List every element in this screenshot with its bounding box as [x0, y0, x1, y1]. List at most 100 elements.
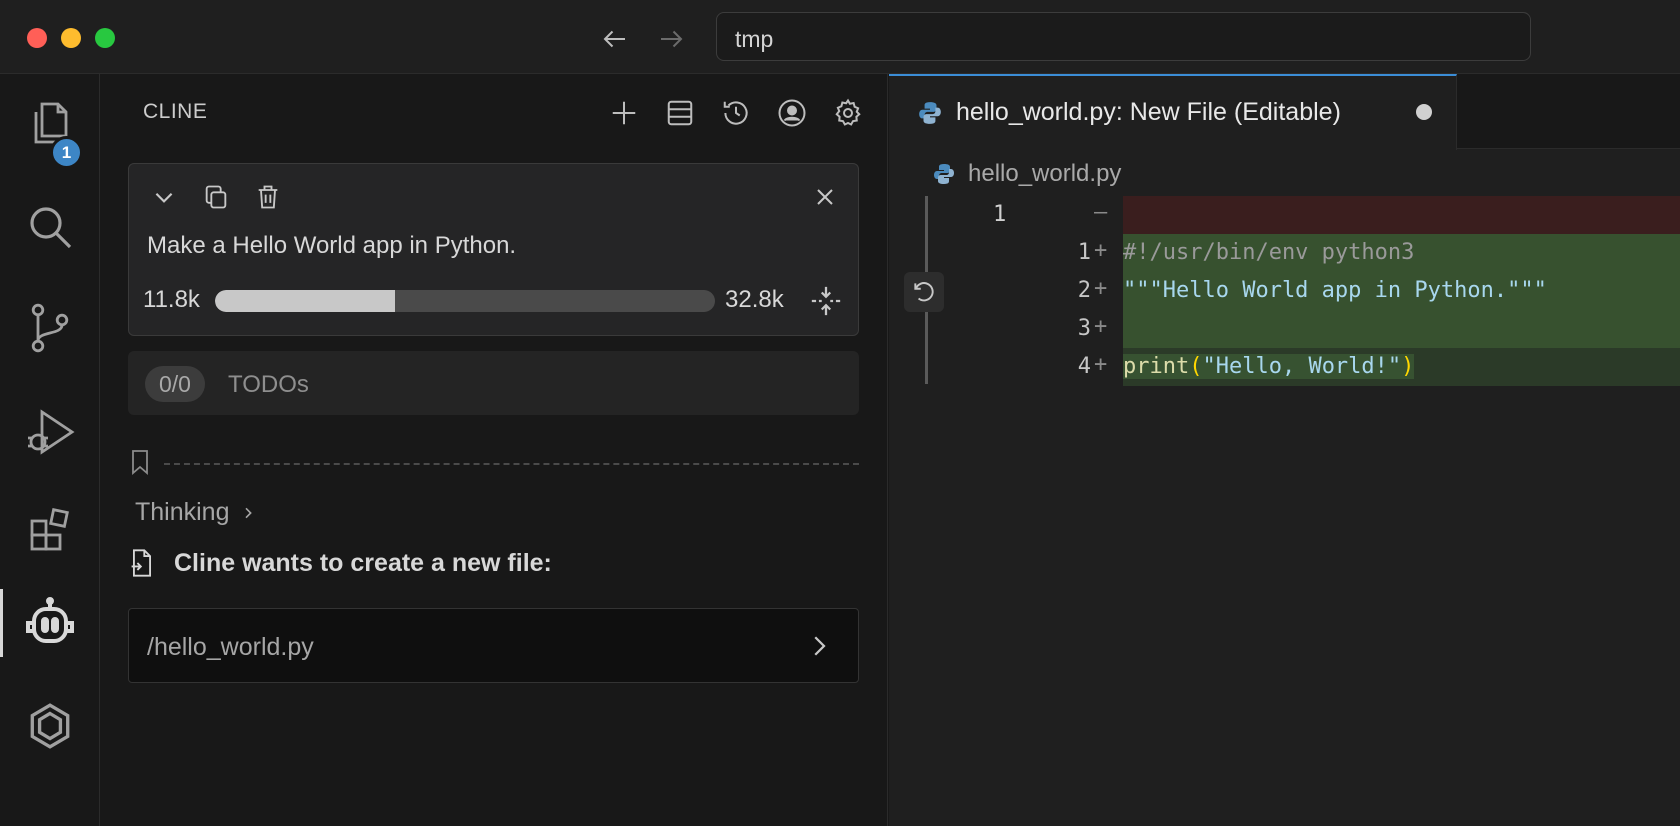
- code-line: print("Hello, World!"): [1123, 348, 1680, 386]
- source-control-button[interactable]: [0, 288, 100, 368]
- search-button[interactable]: [0, 187, 100, 267]
- editor-tab-bar: hello_world.py: New File (Editable): [889, 74, 1680, 150]
- create-file-heading: Cline wants to create a new file:: [128, 548, 552, 578]
- removed-line-content: [1123, 196, 1680, 234]
- source-control-icon: [31, 303, 69, 353]
- line-number: 2: [1077, 278, 1091, 303]
- command-center-search[interactable]: tmp: [716, 12, 1531, 61]
- run-debug-button[interactable]: [0, 392, 100, 472]
- sidebar-actions: [605, 94, 867, 132]
- diff-row-removed: 1 —: [889, 196, 1680, 234]
- context-progress-bar[interactable]: [215, 290, 715, 312]
- removed-mark: —: [1094, 200, 1108, 225]
- code-token-function: print: [1123, 354, 1190, 379]
- settings-button[interactable]: [829, 94, 867, 132]
- added-mark: +: [1094, 238, 1108, 263]
- close-icon: [817, 189, 833, 205]
- delete-task-button[interactable]: [251, 180, 285, 214]
- context-used: 11.8k: [143, 286, 200, 313]
- hexagon-icon: [30, 703, 70, 749]
- gear-icon: [835, 98, 861, 126]
- diff-row-added: 2 + """Hello World app in Python.""": [889, 272, 1680, 310]
- checkpoint-divider: [164, 463, 859, 465]
- chevron-down-icon: [155, 192, 173, 203]
- diff-row-added: 1 + #!/usr/bin/env python3: [889, 234, 1680, 272]
- zoom-window-button[interactable]: [95, 28, 115, 48]
- code-line: """Hello World app in Python.""": [1123, 272, 1680, 310]
- code-token-string: "Hello, World!": [1202, 354, 1402, 379]
- create-heading-text: Cline wants to create a new file:: [174, 548, 552, 577]
- context-progress-fill: [215, 290, 395, 312]
- run-debug-icon: [28, 409, 75, 455]
- chevron-right-icon: [244, 507, 252, 518]
- todos-label: TODOs: [228, 371, 309, 398]
- history-button[interactable]: [717, 94, 755, 132]
- new-file-icon: [131, 549, 151, 577]
- copy-task-button[interactable]: [199, 180, 233, 214]
- breadcrumb[interactable]: hello_world.py: [932, 160, 1121, 188]
- added-mark: +: [1094, 276, 1108, 301]
- context-total: 32.8k: [725, 286, 784, 313]
- account-button[interactable]: [773, 94, 811, 132]
- account-icon: [778, 99, 806, 127]
- plus-icon: [612, 101, 636, 125]
- trash-icon: [258, 185, 278, 209]
- todo-count-badge: 0/0: [145, 366, 205, 402]
- thinking-label: Thinking: [135, 498, 230, 526]
- python-file-icon: [934, 164, 954, 184]
- breadcrumb-file: hello_world.py: [968, 160, 1122, 187]
- extensions-button[interactable]: [0, 489, 100, 569]
- thinking-toggle[interactable]: Thinking: [135, 498, 256, 527]
- task-tools: [147, 180, 285, 214]
- command-center-text: tmp: [735, 26, 774, 52]
- editor-area: hello_world.py: New File (Editable) hell…: [889, 74, 1680, 826]
- collapse-task-button[interactable]: [147, 180, 181, 214]
- task-text: Make a Hello World app in Python.: [147, 232, 517, 259]
- activity-bar: 1: [0, 74, 100, 826]
- code-token-paren: ): [1401, 354, 1415, 379]
- checkpoint-row[interactable]: [128, 449, 859, 479]
- unsaved-dot-icon[interactable]: [1416, 104, 1432, 120]
- extension-hexagon-button[interactable]: [0, 686, 100, 766]
- line-number: 1: [1077, 240, 1091, 265]
- extensions-icon: [30, 508, 69, 551]
- task-card: Make a Hello World app in Python. 11.8k …: [128, 163, 859, 336]
- compress-icon: [811, 286, 841, 316]
- cline-button[interactable]: [0, 583, 100, 663]
- code-line: [1123, 310, 1680, 348]
- cline-sidebar: CLINE Make a Hello World app in Python. …: [100, 74, 888, 826]
- minimize-window-button[interactable]: [61, 28, 81, 48]
- added-mark: +: [1094, 314, 1108, 339]
- bookmark-icon: [132, 450, 148, 475]
- line-number: 4: [1077, 354, 1091, 379]
- compact-context-button[interactable]: [807, 282, 845, 320]
- close-task-button[interactable]: [808, 180, 842, 214]
- todos-panel[interactable]: 0/0 TODOs: [128, 351, 859, 415]
- file-path-card[interactable]: /hello_world.py: [128, 608, 859, 683]
- original-line-number: 1: [993, 202, 1007, 227]
- context-window-row: 11.8k 32.8k: [143, 280, 848, 320]
- chevron-right-icon: [814, 636, 826, 656]
- diff-row-added: 4 + print("Hello, World!"): [889, 348, 1680, 386]
- back-arrow-icon[interactable]: [598, 22, 632, 56]
- code-highlight: print("Hello, World!"): [1123, 354, 1415, 379]
- sidebar-title: CLINE: [143, 100, 208, 123]
- diff-row-added: 3 +: [889, 310, 1680, 348]
- cline-robot-icon: [26, 597, 74, 643]
- close-window-button[interactable]: [27, 28, 47, 48]
- python-file-icon: [919, 102, 941, 124]
- mcp-servers-button[interactable]: [661, 94, 699, 132]
- editor-tab[interactable]: hello_world.py: New File (Editable): [889, 74, 1457, 150]
- code-line: #!/usr/bin/env python3: [1123, 234, 1680, 272]
- explorer-button[interactable]: 1: [0, 84, 100, 169]
- server-icon: [667, 100, 693, 126]
- line-number: 3: [1077, 316, 1091, 341]
- code-token-paren: (: [1189, 354, 1203, 379]
- copy-icon: [205, 185, 227, 209]
- explorer-badge: 1: [50, 136, 83, 169]
- history-icon: [723, 101, 748, 125]
- added-mark: +: [1094, 352, 1108, 377]
- new-task-button[interactable]: [605, 94, 643, 132]
- tab-title: hello_world.py: New File (Editable): [956, 98, 1341, 126]
- forward-arrow-icon[interactable]: [654, 22, 688, 56]
